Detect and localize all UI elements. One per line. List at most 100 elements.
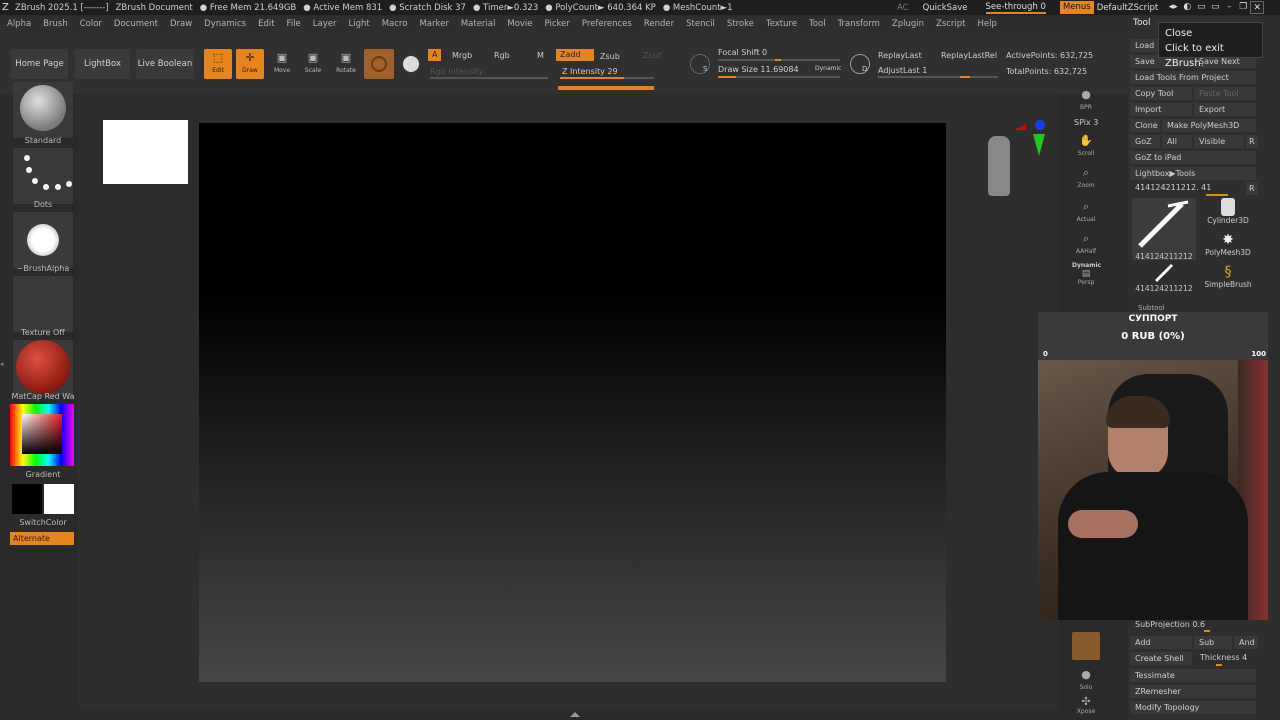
lightbox-tools-button[interactable]: Lightbox▶Tools [1130,167,1256,180]
adjust-last-track[interactable] [878,76,998,78]
actual-button[interactable]: ⌕ Actual [1072,198,1100,226]
minimize-icon[interactable]: – [1222,1,1236,14]
a-toggle[interactable]: A [428,49,442,61]
home-page-button[interactable]: Home Page [11,49,68,79]
primary-color-swatch[interactable] [44,484,74,514]
lightbox-button[interactable]: LightBox [75,49,130,79]
menu-item[interactable]: Picker [545,19,570,29]
restore-icon[interactable]: ❐ [1236,1,1250,14]
menu-item[interactable]: Stroke [727,19,754,29]
color-square[interactable] [22,414,62,454]
zsub-button[interactable]: Zsub [600,52,620,61]
gyro-icon[interactable] [400,53,422,75]
rotate-button[interactable]: ▣ Rotate [332,49,360,79]
menu-item[interactable]: Macro [382,19,408,29]
menu-item[interactable]: Tool [809,19,826,29]
menu-item[interactable]: Transform [838,19,880,29]
menu-item[interactable]: Movie [507,19,532,29]
tool-palette-title[interactable]: Tool [1133,18,1150,28]
monitor-icon[interactable]: ▭ [1194,1,1208,14]
paste-tool-button[interactable]: Paste Tool [1194,87,1256,100]
menu-item[interactable]: Brush [43,19,68,29]
menu-item[interactable]: Dynamics [204,19,246,29]
tool-thumb-current[interactable]: 414124211212 [1132,198,1196,261]
defaultzscript-button[interactable]: DefaultZScript [1097,3,1159,13]
menu-item[interactable]: Preferences [582,19,632,29]
tool-thumb-simplebrush[interactable]: § SimpleBrush [1198,264,1258,294]
copy-tool-button[interactable]: Copy Tool [1130,87,1192,100]
load-tool-button[interactable]: Load T [1130,39,1158,63]
document-canvas[interactable] [199,123,946,682]
menu-item[interactable]: Material [461,19,496,29]
live-boolean-button[interactable]: Live Boolean [136,49,194,79]
create-shell-button[interactable]: Create Shell [1130,652,1192,665]
layout-icon[interactable]: ◂▸ [1166,1,1180,14]
goz-visible-button[interactable]: Visible [1194,135,1244,148]
material-swatch-button[interactable] [364,49,394,79]
adjust-last-slider[interactable]: AdjustLast 1 [878,66,927,75]
thickness-slider[interactable]: Thickness 4 [1200,653,1247,662]
draw-size-slider[interactable]: Draw Size 11.69084 [718,65,799,74]
switch-color-button[interactable]: SwitchColor [8,518,78,527]
goz-ipad-button[interactable]: GoZ to iPad [1130,151,1256,164]
menu-item[interactable]: Help [978,19,997,29]
scroll-button[interactable]: ✋ Scroll [1072,132,1100,160]
goz-r-button[interactable]: R [1246,135,1258,148]
goz-all-button[interactable]: All [1162,135,1192,148]
bpr-button[interactable]: ● BPR [1072,86,1100,114]
aahalf-button[interactable]: ⌕ AAHalf [1072,230,1100,258]
menu-item[interactable]: File [287,19,301,29]
subprojection-slider[interactable]: SubProjection 0.6 [1135,620,1205,629]
scale-button[interactable]: ▣ Scale [299,49,327,79]
see-through-slider[interactable]: See-through 0 [985,2,1046,14]
brush-thumbnail[interactable] [13,82,73,138]
stroke-thumbnail[interactable] [13,148,73,204]
menu-item[interactable]: Layer [313,19,337,29]
edit-button[interactable]: ⬚ Edit [204,49,232,79]
rgb-intensity-slider[interactable]: Rgb Intensity [430,67,483,76]
zcut-button[interactable]: Zcut [643,51,661,60]
menus-button[interactable]: Menus [1059,1,1094,14]
export-button[interactable]: Export [1194,103,1256,116]
solo-button[interactable]: ● Solo [1072,666,1100,694]
tool-r-button[interactable]: R [1246,182,1258,195]
tool-thumb-cylinder[interactable]: Cylinder3D [1198,198,1258,228]
focal-shift-slider[interactable]: Focal Shift 0 [718,48,767,57]
draw-size-track[interactable] [718,76,840,78]
zadd-button[interactable]: Zadd [556,49,594,61]
menu-item[interactable]: Stencil [686,19,715,29]
make-polymesh-button[interactable]: Make PolyMesh3D [1162,119,1256,132]
menu-item[interactable]: Zscript [936,19,966,29]
draw-button[interactable]: ✛ Draw [236,49,264,79]
secondary-color-swatch[interactable] [12,484,42,514]
goz-button[interactable]: GoZ [1130,135,1160,148]
color-picker[interactable] [10,404,74,466]
menu-item[interactable]: Color [80,19,102,29]
help-icon[interactable]: ◐ [1180,1,1194,14]
alpha-thumbnail[interactable] [13,212,73,268]
mrgb-button[interactable]: Mrgb [452,51,472,60]
dynamic-toggle[interactable]: Dynamic [815,65,841,72]
orange-toggle-button[interactable] [1072,632,1100,660]
menu-item[interactable]: Light [348,19,369,29]
menu-item[interactable]: Edit [258,19,274,29]
xpose-button[interactable]: ✣ Xpose [1072,696,1100,716]
m-button[interactable]: M [537,51,544,60]
menu-item[interactable]: Draw [170,19,192,29]
texture-thumbnail[interactable] [13,276,73,332]
replay-last-rel-button[interactable]: ReplayLastRel [941,51,997,60]
quicksave-button[interactable]: QuickSave [923,3,968,13]
menu-item[interactable]: Marker [419,19,448,29]
move-button[interactable]: ▣ Move [268,49,296,79]
menu-item[interactable]: Zplugin [892,19,924,29]
z-intensity-slider[interactable]: Z Intensity 29 [562,67,618,76]
tool-thumb-polymesh[interactable]: ✸ PolyMesh3D [1198,232,1258,262]
bottom-tray-handle[interactable] [530,712,620,718]
sub-button[interactable]: Sub [1194,636,1232,649]
left-tray-handle-icon[interactable]: ◂ [0,360,5,380]
close-icon[interactable]: ✕ [1250,1,1265,14]
spix-slider[interactable]: SPix 3 [1074,118,1098,127]
material-thumbnail[interactable] [13,340,73,396]
subtool-header[interactable]: Subtool [1138,304,1165,312]
zoom-button[interactable]: ⌕ Zoom [1072,164,1100,192]
